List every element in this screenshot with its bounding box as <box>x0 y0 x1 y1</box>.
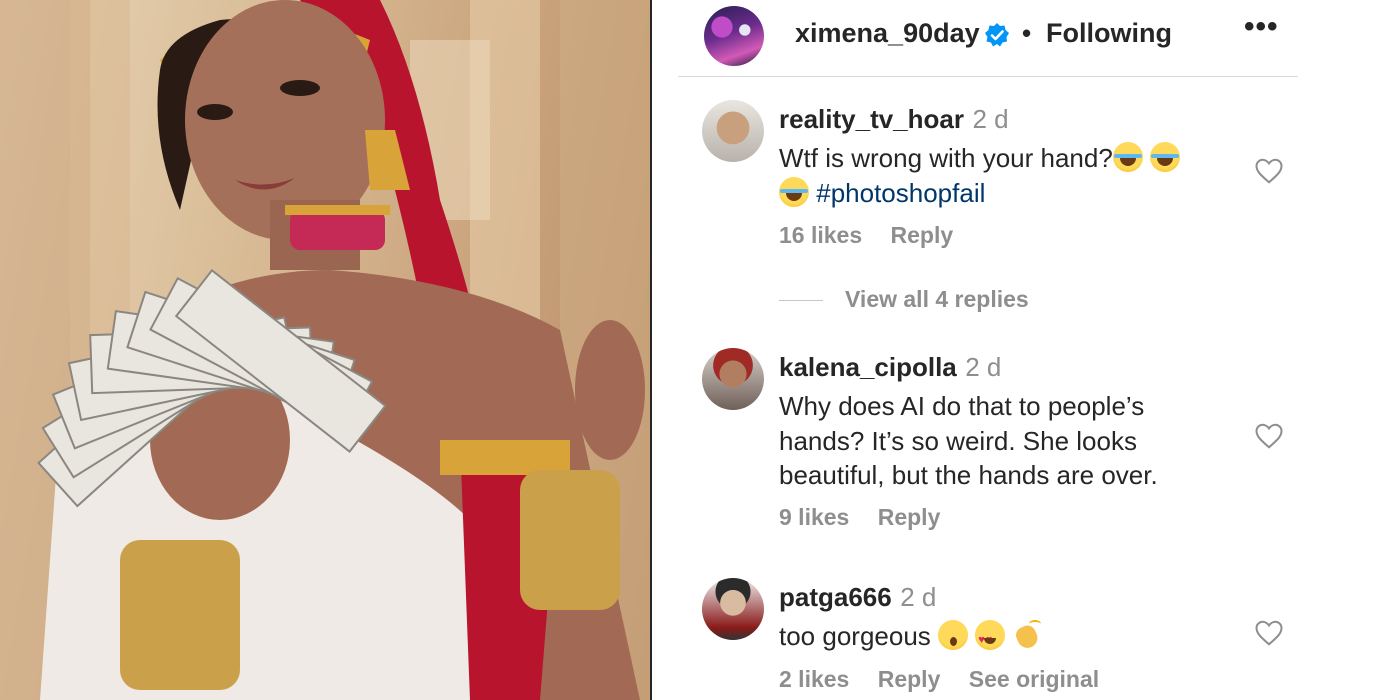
comment-item: kalena_cipolla 2 d Why does AI do that t… <box>652 348 1400 538</box>
comment-text: Why does AI do that to people’s hands? I… <box>779 391 1158 490</box>
commenter-avatar[interactable] <box>702 100 764 162</box>
reply-button[interactable]: Reply <box>891 222 954 248</box>
see-original-button[interactable]: See original <box>969 666 1099 692</box>
comment-text: Wtf is wrong with your hand? #photoshopf… <box>779 141 1239 210</box>
more-options-icon[interactable]: ••• <box>1244 10 1279 44</box>
commenter-avatar[interactable] <box>702 348 764 410</box>
comment-timestamp[interactable]: 2 d <box>900 582 936 612</box>
face-with-open-mouth-icon <box>938 620 969 650</box>
comment-item: reality_tv_hoar 2 d Wtf is wrong with yo… <box>652 100 1400 312</box>
face-with-tears-of-joy-icon <box>779 176 809 207</box>
view-replies-link[interactable]: View all 4 replies <box>779 286 1029 313</box>
comment-username[interactable]: reality_tv_hoar <box>779 104 964 134</box>
face-with-tears-of-joy-icon <box>1112 142 1143 172</box>
comment-username[interactable]: kalena_cipolla <box>779 352 957 382</box>
comment-timestamp[interactable]: 2 d <box>965 352 1001 382</box>
hashtag-link[interactable]: #photoshopfail <box>816 178 985 208</box>
comments-panel: ximena_90day • Following ••• reality_tv_… <box>652 0 1400 700</box>
reply-button[interactable]: Reply <box>878 504 941 530</box>
comment-actions: 2 likes Reply See original <box>779 666 1121 693</box>
likes-count[interactable]: 2 likes <box>779 666 849 692</box>
post-header: ximena_90day • Following ••• <box>678 0 1298 77</box>
header-separator: • <box>1022 18 1032 48</box>
comment-timestamp[interactable]: 2 d <box>972 104 1008 134</box>
comment-actions: 9 likes Reply <box>779 504 962 531</box>
author-avatar[interactable] <box>704 6 764 66</box>
like-heart-icon[interactable] <box>1254 156 1284 186</box>
replies-divider-line <box>779 300 823 302</box>
comment-item: patga666 2 d too gorgeous 2 likes Reply … <box>652 578 1400 698</box>
like-heart-icon[interactable] <box>1254 421 1284 451</box>
comment-actions: 16 likes Reply <box>779 222 975 249</box>
verified-badge-icon <box>985 23 1009 47</box>
like-heart-icon[interactable] <box>1254 618 1284 648</box>
author-username[interactable]: ximena_90day <box>795 18 980 49</box>
reply-button[interactable]: Reply <box>878 666 941 692</box>
likes-count[interactable]: 9 likes <box>779 504 849 530</box>
commenter-avatar[interactable] <box>702 578 764 640</box>
smiling-face-with-heart-eyes-icon <box>975 620 1006 658</box>
face-with-tears-of-joy-icon <box>1150 142 1181 172</box>
comment-text: too gorgeous <box>779 619 1239 658</box>
clapping-hands-icon <box>1013 620 1043 650</box>
comment-username[interactable]: patga666 <box>779 582 892 612</box>
post-image-illustration <box>0 0 650 700</box>
likes-count[interactable]: 16 likes <box>779 222 862 248</box>
post-image[interactable] <box>0 0 650 700</box>
following-button[interactable]: Following <box>1046 18 1172 49</box>
